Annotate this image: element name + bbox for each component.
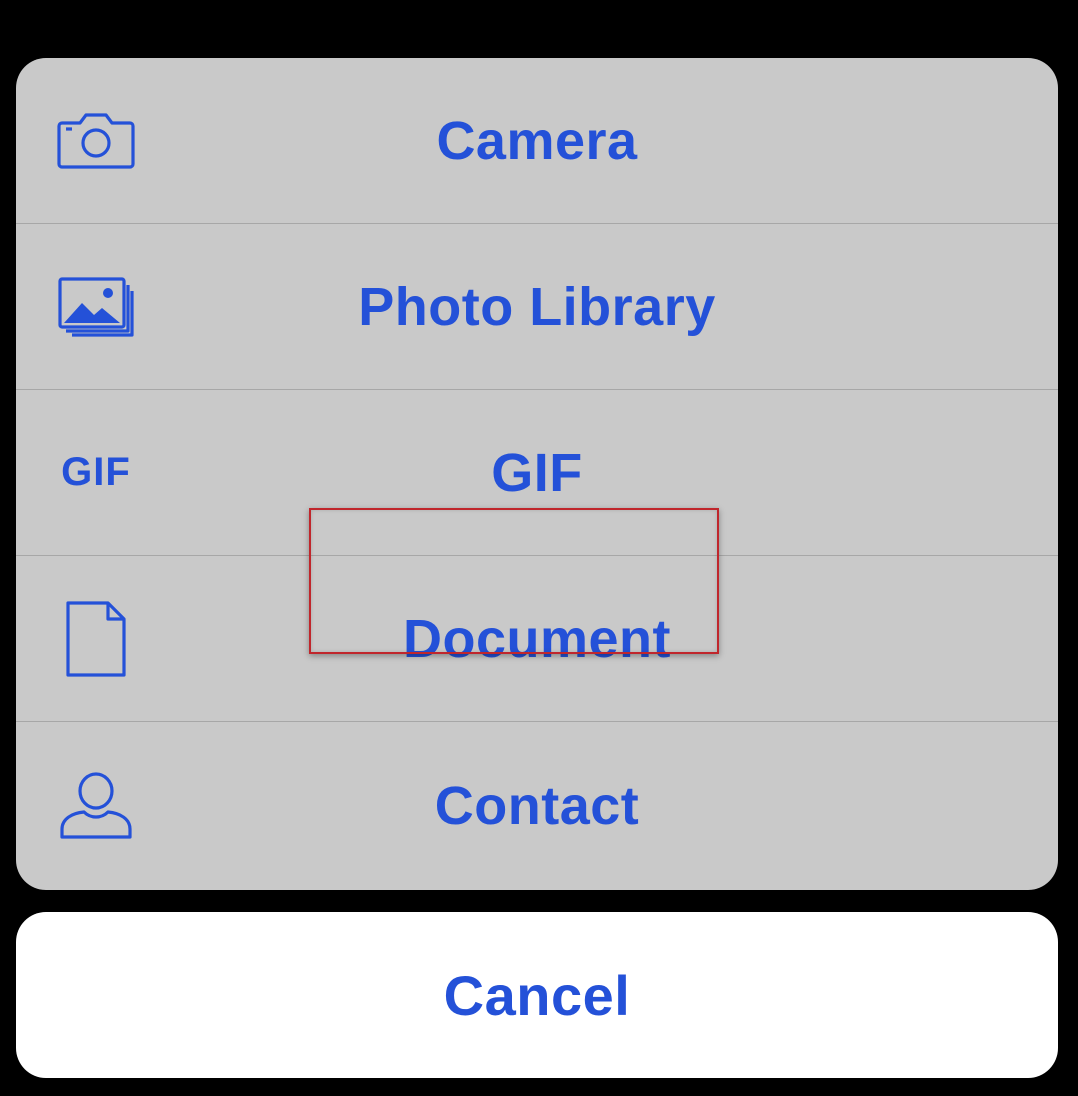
action-document[interactable]: Document bbox=[16, 556, 1058, 722]
cancel-label: Cancel bbox=[443, 963, 631, 1027]
photo-library-label: Photo Library bbox=[358, 276, 716, 337]
document-label: Document bbox=[402, 608, 671, 669]
camera-label: Camera bbox=[436, 110, 638, 171]
action-camera[interactable]: Camera bbox=[16, 58, 1058, 224]
action-sheet: Camera Photo Library GIF GIF Document Co… bbox=[16, 58, 1058, 890]
cancel-button[interactable]: Cancel bbox=[16, 912, 1058, 1078]
action-photo-library[interactable]: Photo Library bbox=[16, 224, 1058, 390]
gif-label: GIF bbox=[491, 442, 583, 503]
action-gif[interactable]: GIF GIF bbox=[16, 390, 1058, 556]
contact-label: Contact bbox=[434, 776, 640, 836]
action-contact[interactable]: Contact bbox=[16, 722, 1058, 890]
